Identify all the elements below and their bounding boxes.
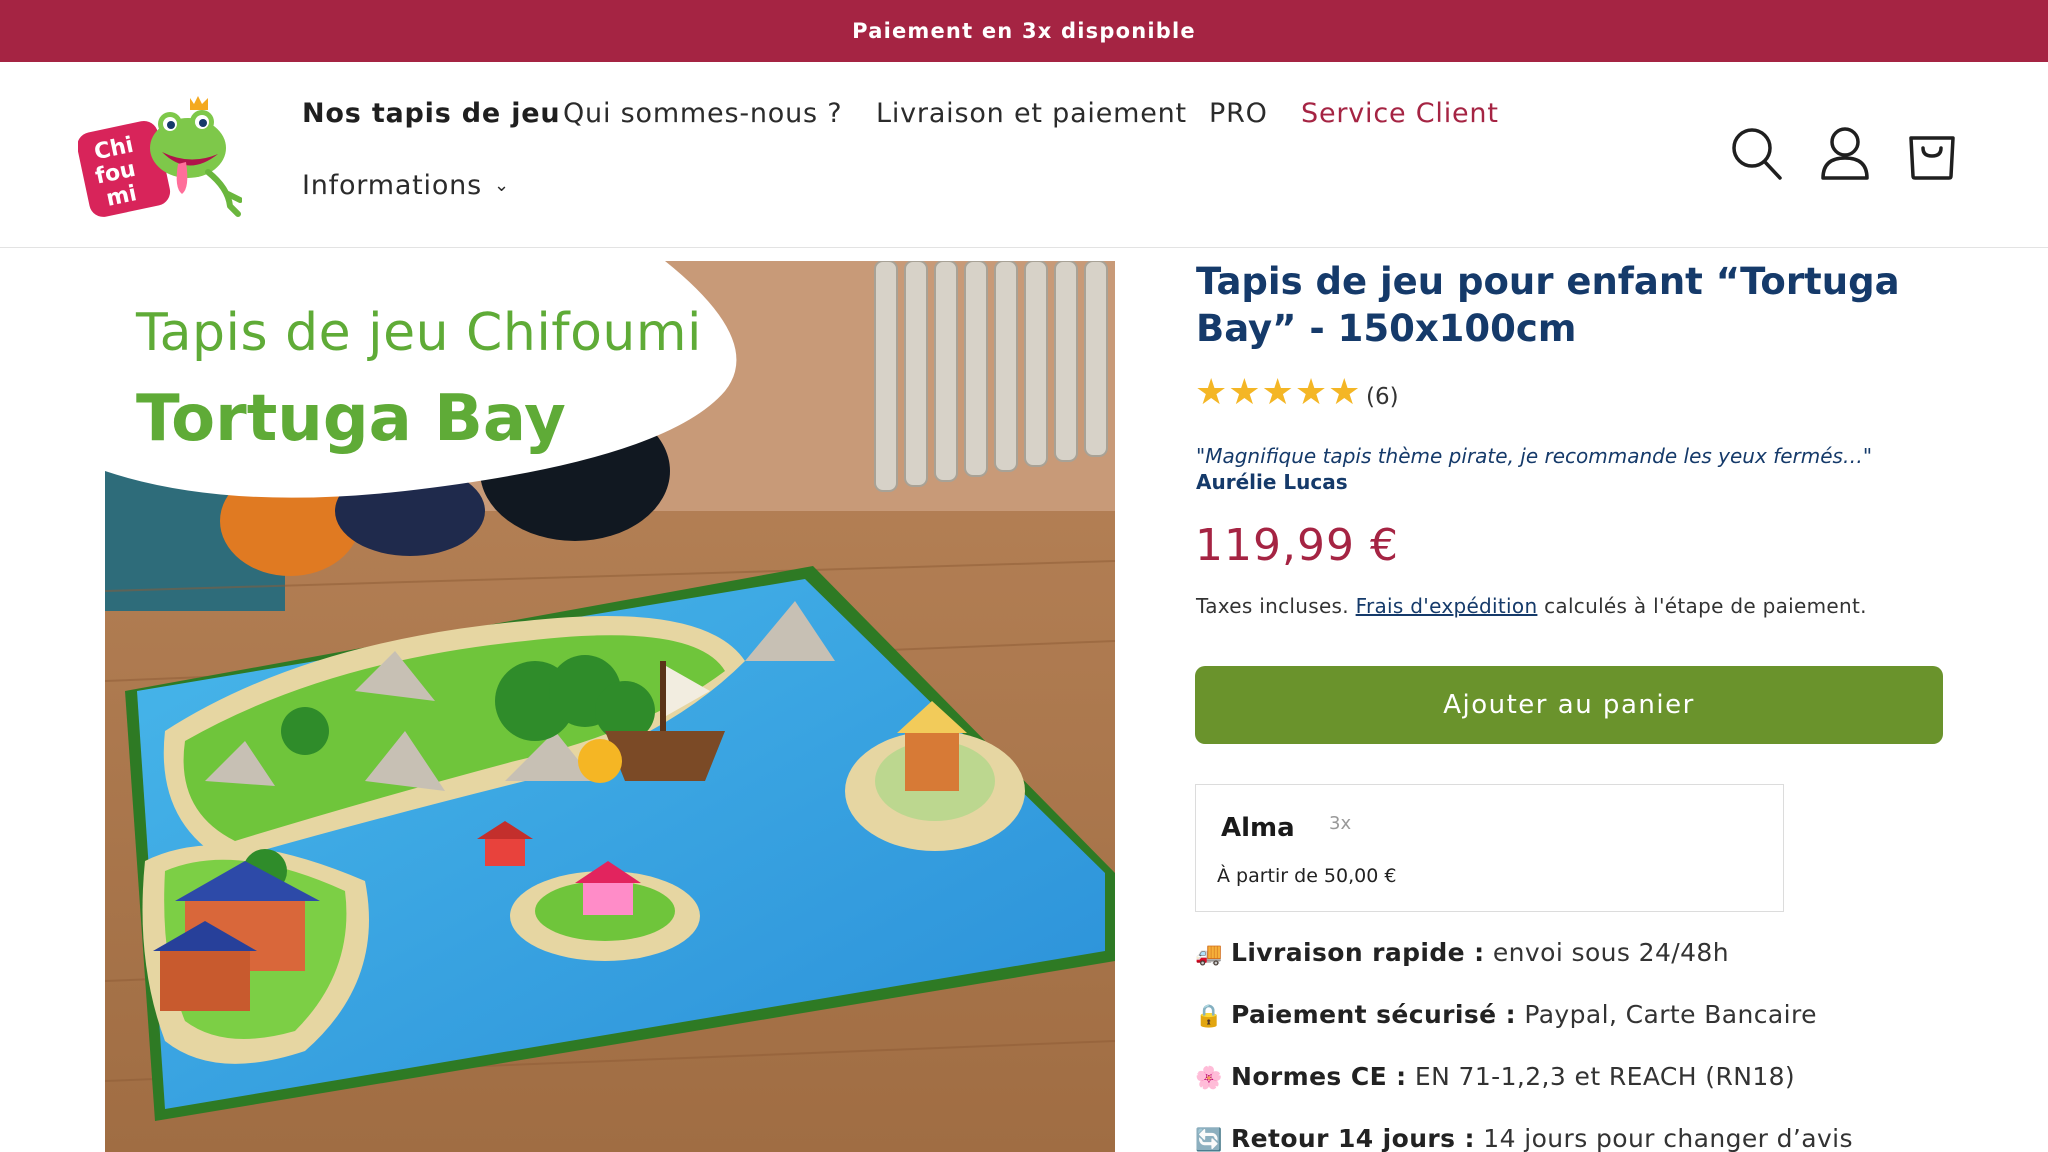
nav-item-qui-sommes-nous[interactable]: Qui sommes-nous ? [563, 98, 842, 129]
image-title-line-2: Tortuga Bay [136, 382, 566, 456]
site-header: Chi fou mi Nos tapis de jeu Qui sommes-n… [0, 62, 2048, 248]
nav-item-tapis-de-jeu[interactable]: Nos tapis de jeu [302, 98, 560, 129]
rating-stars[interactable]: ★★★★★ [1195, 372, 1361, 413]
feature-retour: 🔄 Retour 14 jours : 14 jours pour changer… [1195, 1124, 1853, 1152]
alma-widget[interactable]: Alma 3x À partir de 50,00 € [1195, 784, 1784, 912]
add-to-cart-button[interactable]: Ajouter au panier [1195, 666, 1943, 744]
feature-livraison: 🚚 Livraison rapide : envoi sous 24/48h [1195, 938, 1729, 967]
feature-text: envoi sous 24/48h [1492, 938, 1729, 967]
tax-suffix: calculés à l'étape de paiement. [1544, 594, 1867, 618]
truck-icon: 🚚 [1195, 942, 1223, 967]
review-count[interactable]: (6) [1366, 384, 1399, 410]
search-icon[interactable] [1730, 126, 1784, 182]
feature-text: Paypal, Carte Bancaire [1524, 1000, 1817, 1029]
feature-label: Retour 14 jours : [1231, 1124, 1475, 1152]
feature-label: Livraison rapide : [1231, 938, 1485, 967]
feature-normes: 🌸 Normes CE : EN 71-1,2,3 et REACH (RN18) [1195, 1062, 1795, 1091]
nav-item-service-client[interactable]: Service Client [1301, 98, 1499, 129]
chevron-down-icon: ⌄ [493, 175, 510, 196]
shipping-link[interactable]: Frais d'expédition [1356, 594, 1538, 618]
feature-label: Normes CE : [1231, 1062, 1407, 1091]
tax-prefix: Taxes incluses. [1196, 594, 1349, 618]
review-quote: "Magnifique tapis thème pirate, je recom… [1196, 444, 1873, 468]
product-price: 119,99 € [1195, 520, 1399, 571]
feature-label: Paiement sécurisé : [1231, 1000, 1516, 1029]
feature-text: EN 71-1,2,3 et REACH (RN18) [1414, 1062, 1796, 1091]
feature-paiement: 🔒 Paiement sécurisé : Paypal, Carte Banca… [1195, 1000, 1817, 1029]
announcement-text: Paiement en 3x disponible [852, 19, 1196, 43]
alma-logo: Alma [1221, 813, 1295, 843]
feature-text: 14 jours pour changer d’avis [1483, 1124, 1853, 1152]
alma-installment-option[interactable]: 3x [1329, 813, 1351, 834]
nav-item-informations[interactable]: Informations ⌄ [302, 170, 510, 201]
announcement-bar: Paiement en 3x disponible [0, 0, 2048, 62]
image-title-line-1: Tapis de jeu Chifoumi [136, 303, 702, 363]
nav-item-livraison-paiement[interactable]: Livraison et paiement [876, 98, 1187, 129]
nav-item-pro[interactable]: PRO [1209, 98, 1268, 129]
account-icon[interactable] [1818, 126, 1872, 182]
review-author: Aurélie Lucas [1196, 470, 1348, 494]
chifoumi-logo[interactable]: Chi fou mi [78, 96, 242, 220]
alma-from-price: À partir de 50,00 € [1217, 865, 1397, 887]
product-title: Tapis de jeu pour enfant “Tortuga Bay” -… [1196, 260, 1900, 350]
cart-icon[interactable] [1905, 126, 1959, 182]
nav-item-informations-label: Informations [302, 170, 482, 201]
tax-info: Taxes incluses. Frais d'expédition calcu… [1196, 594, 1867, 618]
return-icon: 🔄 [1195, 1128, 1223, 1152]
lock-icon: 🔒 [1195, 1004, 1223, 1029]
flower-icon: 🌸 [1195, 1066, 1223, 1091]
